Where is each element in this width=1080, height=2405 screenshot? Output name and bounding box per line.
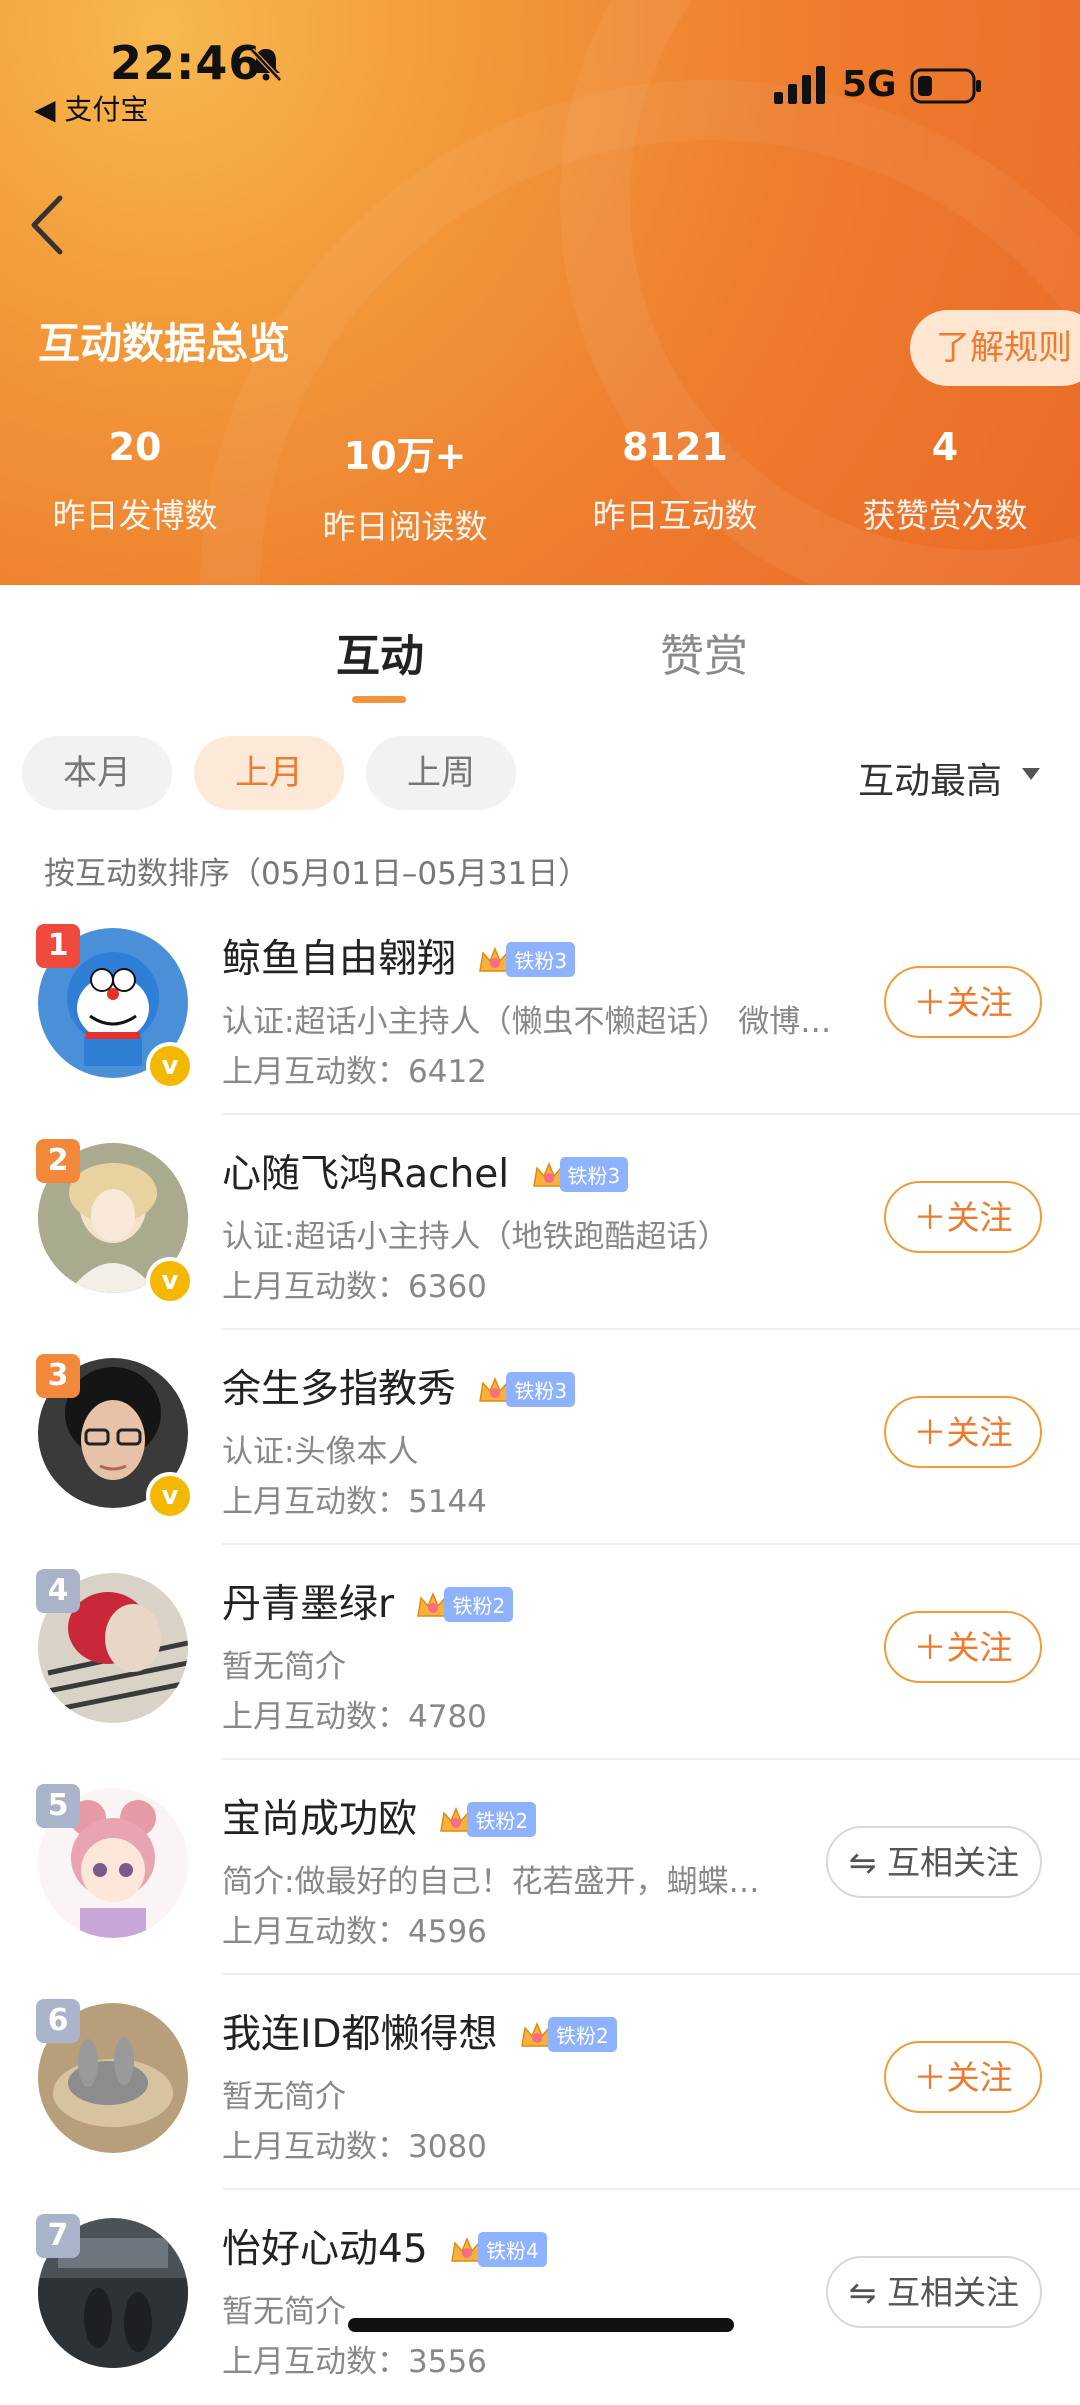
fan-level-text: 铁粉2 — [467, 1802, 537, 1837]
list-item[interactable]: 2 v 心随飞鸿Rachel 铁粉3 认证:超话小主持人（地铁跑酷超话） 上月互… — [0, 1115, 1080, 1330]
tab-indicator — [352, 696, 406, 703]
follow-button[interactable]: ＋关注 — [884, 1181, 1042, 1253]
user-name-text: 怡好心动45 — [222, 2227, 428, 2272]
caret-down-icon[interactable] — [1022, 768, 1040, 780]
tab-reward[interactable]: 赞赏 — [660, 620, 748, 684]
user-name[interactable]: 我连ID都懒得想 铁粉2 — [222, 2003, 617, 2059]
user-name[interactable]: 余生多指教秀 铁粉3 — [222, 1358, 576, 1414]
filter-last-week[interactable]: 上周 — [366, 736, 516, 810]
interaction-count: 上月互动数：5144 — [222, 1484, 487, 1520]
interaction-count: 上月互动数：3080 — [222, 2129, 487, 2165]
verified-icon: v — [146, 1257, 194, 1305]
interaction-count: 上月互动数：4780 — [222, 1699, 487, 1735]
list-item[interactable]: 7 怡好心动45 铁粉4 暂无简介 上月互动数：3556 ⇋ 互相关注 — [0, 2190, 1080, 2405]
user-name[interactable]: 鲸鱼自由翱翔 铁粉3 — [222, 928, 576, 984]
sort-note: 按互动数排序（05月01日–05月31日） — [44, 856, 590, 892]
sort-dropdown[interactable]: 互动最高 — [858, 752, 1002, 804]
fan-level-badge: 铁粉2 — [520, 2010, 617, 2055]
user-desc: 认证:头像本人 — [222, 1434, 419, 1470]
follow-button[interactable]: ＋关注 — [884, 966, 1042, 1038]
user-name-text: 丹青墨绿r — [222, 1582, 395, 1627]
verified-icon: v — [146, 1472, 194, 1520]
user-desc: 暂无简介 — [222, 2294, 346, 2330]
fan-level-badge: 铁粉3 — [478, 1365, 576, 1410]
battery-icon — [910, 68, 981, 104]
interaction-count: 上月互动数：3556 — [222, 2344, 487, 2380]
stat-value: 10万+ — [343, 434, 467, 478]
filter-this-month[interactable]: 本月 — [22, 736, 172, 810]
follow-button[interactable]: ＋关注 — [884, 1611, 1042, 1683]
stat-reads: 10万+ 昨日阅读数 — [270, 425, 540, 548]
stat-rewards: 4 获赞赏次数 — [810, 425, 1080, 537]
home-indicator[interactable] — [348, 2318, 734, 2332]
stat-label: 昨日发博数 — [52, 496, 218, 535]
user-name[interactable]: 丹青墨绿r 铁粉2 — [222, 1573, 514, 1629]
rank-badge: 2 — [36, 1139, 80, 1183]
rank-badge: 4 — [36, 1569, 80, 1613]
network-type: 5G — [842, 64, 897, 105]
header: 22:46 ◀ 支付宝 5G 互动数据总览 了解规则 20 昨日发博数 10万+… — [0, 0, 1080, 585]
user-desc: 简介:做最好的自己！花若盛开，蝴蝶… — [222, 1864, 760, 1900]
list-item[interactable]: 6 我连ID都懒得想 铁粉2 暂无简介 上月互动数：3080 ＋关注 — [0, 1975, 1080, 2190]
stat-value: 20 — [108, 425, 162, 469]
stat-value: 8121 — [622, 425, 728, 469]
follow-button[interactable]: ＋关注 — [884, 2041, 1042, 2113]
fan-level-text: 铁粉3 — [506, 1372, 576, 1407]
mutual-follow-button[interactable]: ⇋ 互相关注 — [826, 1826, 1042, 1898]
user-name[interactable]: 宝尚成功欧 铁粉2 — [222, 1788, 537, 1844]
user-name[interactable]: 心随飞鸿Rachel 铁粉3 — [222, 1143, 629, 1199]
user-name-text: 宝尚成功欧 — [222, 1797, 418, 1842]
fan-level-badge: 铁粉4 — [450, 2225, 547, 2270]
fan-level-text: 铁粉3 — [506, 942, 576, 977]
user-name-text: 心随飞鸿Rachel — [222, 1152, 510, 1197]
fan-level-badge: 铁粉2 — [416, 1580, 514, 1625]
fan-level-badge: 铁粉3 — [532, 1150, 629, 1195]
rank-badge: 6 — [36, 1999, 80, 2043]
user-desc: 暂无简介 — [222, 1649, 346, 1685]
user-desc: 认证:超话小主持人（懒虫不懒超话） 微博… — [222, 1004, 832, 1040]
rank-badge: 3 — [36, 1354, 80, 1398]
stat-label: 昨日阅读数 — [322, 507, 488, 546]
back-to-app-link[interactable]: ◀ 支付宝 — [34, 88, 148, 128]
list-item[interactable]: 4 丹青墨绿r 铁粉2 暂无简介 上月互动数：4780 ＋关注 — [0, 1545, 1080, 1760]
verified-icon: v — [146, 1042, 194, 1090]
fan-level-badge: 铁粉2 — [439, 1795, 537, 1840]
rank-badge: 5 — [36, 1784, 80, 1828]
list-item[interactable]: 1 v 鲸鱼自由翱翔 铁粉3 认证:超话小主持人（懒虫不懒超话） 微博… 上月互… — [0, 900, 1080, 1115]
bell-muted-icon — [250, 48, 282, 82]
interaction-count: 上月互动数：6360 — [222, 1269, 487, 1305]
rules-button[interactable]: 了解规则 — [910, 310, 1080, 386]
user-name[interactable]: 怡好心动45 铁粉4 — [222, 2218, 547, 2274]
follow-button[interactable]: ＋关注 — [884, 1396, 1042, 1468]
list-item[interactable]: 5 宝尚成功欧 铁粉2 简介:做最好的自己！花若盛开，蝴蝶… 上月互动数：459… — [0, 1760, 1080, 1975]
user-desc: 暂无简介 — [222, 2079, 346, 2115]
user-desc: 认证:超话小主持人（地铁跑酷超话） — [222, 1219, 729, 1255]
mutual-follow-button[interactable]: ⇋ 互相关注 — [826, 2256, 1042, 2328]
user-name-text: 余生多指教秀 — [222, 1367, 457, 1412]
fan-level-text: 铁粉3 — [559, 1157, 629, 1192]
interaction-count: 上月互动数：4596 — [222, 1914, 487, 1950]
fan-level-badge: 铁粉3 — [478, 935, 576, 980]
stat-label: 获赞赏次数 — [862, 496, 1028, 535]
stat-posts: 20 昨日发博数 — [0, 425, 270, 537]
interaction-count: 上月互动数：6412 — [222, 1054, 487, 1090]
stat-value: 4 — [931, 425, 959, 469]
stat-interactions: 8121 昨日互动数 — [540, 425, 810, 537]
tab-interaction[interactable]: 互动 — [336, 620, 424, 684]
user-name-text: 我连ID都懒得想 — [222, 2012, 498, 2057]
status-time: 22:46 — [110, 36, 262, 90]
cellular-signal-icon — [774, 66, 825, 104]
list-item[interactable]: 3 v 余生多指教秀 铁粉3 认证:头像本人 上月互动数：5144 ＋关注 — [0, 1330, 1080, 1545]
back-arrow-icon[interactable] — [22, 190, 72, 260]
stat-label: 昨日互动数 — [592, 496, 758, 535]
fan-level-text: 铁粉2 — [547, 2017, 617, 2052]
filter-last-month[interactable]: 上月 — [194, 736, 344, 810]
fan-level-text: 铁粉4 — [478, 2232, 547, 2267]
rank-badge: 1 — [36, 924, 80, 968]
fan-level-text: 铁粉2 — [444, 1587, 514, 1622]
page-title: 互动数据总览 — [38, 319, 291, 368]
user-name-text: 鲸鱼自由翱翔 — [222, 937, 457, 982]
rank-badge: 7 — [36, 2214, 80, 2258]
